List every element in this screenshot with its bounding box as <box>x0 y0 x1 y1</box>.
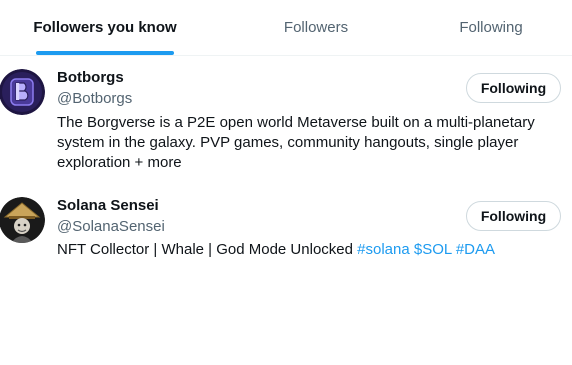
bio-line: exploration + more <box>57 154 182 171</box>
following-button[interactable]: Following <box>466 201 561 231</box>
user-handle[interactable]: @Botborgs <box>57 90 132 107</box>
following-button[interactable]: Following <box>466 73 561 103</box>
user-bio: NFT Collector | Whale | God Mode Unlocke… <box>57 240 547 260</box>
hashtag-link[interactable]: #DAA <box>456 241 495 258</box>
user-bio: The Borgverse is a P2E open world Metave… <box>57 113 547 173</box>
hashtag-link[interactable]: #solana <box>357 241 410 258</box>
user-name[interactable]: Solana Sensei <box>57 197 159 214</box>
botborgs-logo-icon <box>0 69 45 115</box>
bio-line: The Borgverse is a P2E open world Metave… <box>57 114 535 131</box>
followers-page: Followers you know Followers Following B… <box>0 0 572 365</box>
tab-bar: Followers you know Followers Following <box>0 0 572 56</box>
user-handle[interactable]: @SolanaSensei <box>57 218 165 235</box>
avatar[interactable] <box>0 69 45 115</box>
active-tab-indicator <box>36 51 174 55</box>
tab-following[interactable]: Following <box>446 0 536 55</box>
bio-text: NFT Collector | Whale | God Mode Unlocke… <box>57 241 358 258</box>
cashtag-link[interactable]: $SOL <box>414 241 452 258</box>
bio-line: system in the galaxy. PVP games, communi… <box>57 134 519 151</box>
tab-followers-you-know[interactable]: Followers you know <box>33 0 176 55</box>
tab-followers[interactable]: Followers <box>270 0 362 55</box>
user-name[interactable]: Botborgs <box>57 69 124 86</box>
avatar[interactable] <box>0 197 45 243</box>
sensei-avatar-icon <box>0 197 45 243</box>
